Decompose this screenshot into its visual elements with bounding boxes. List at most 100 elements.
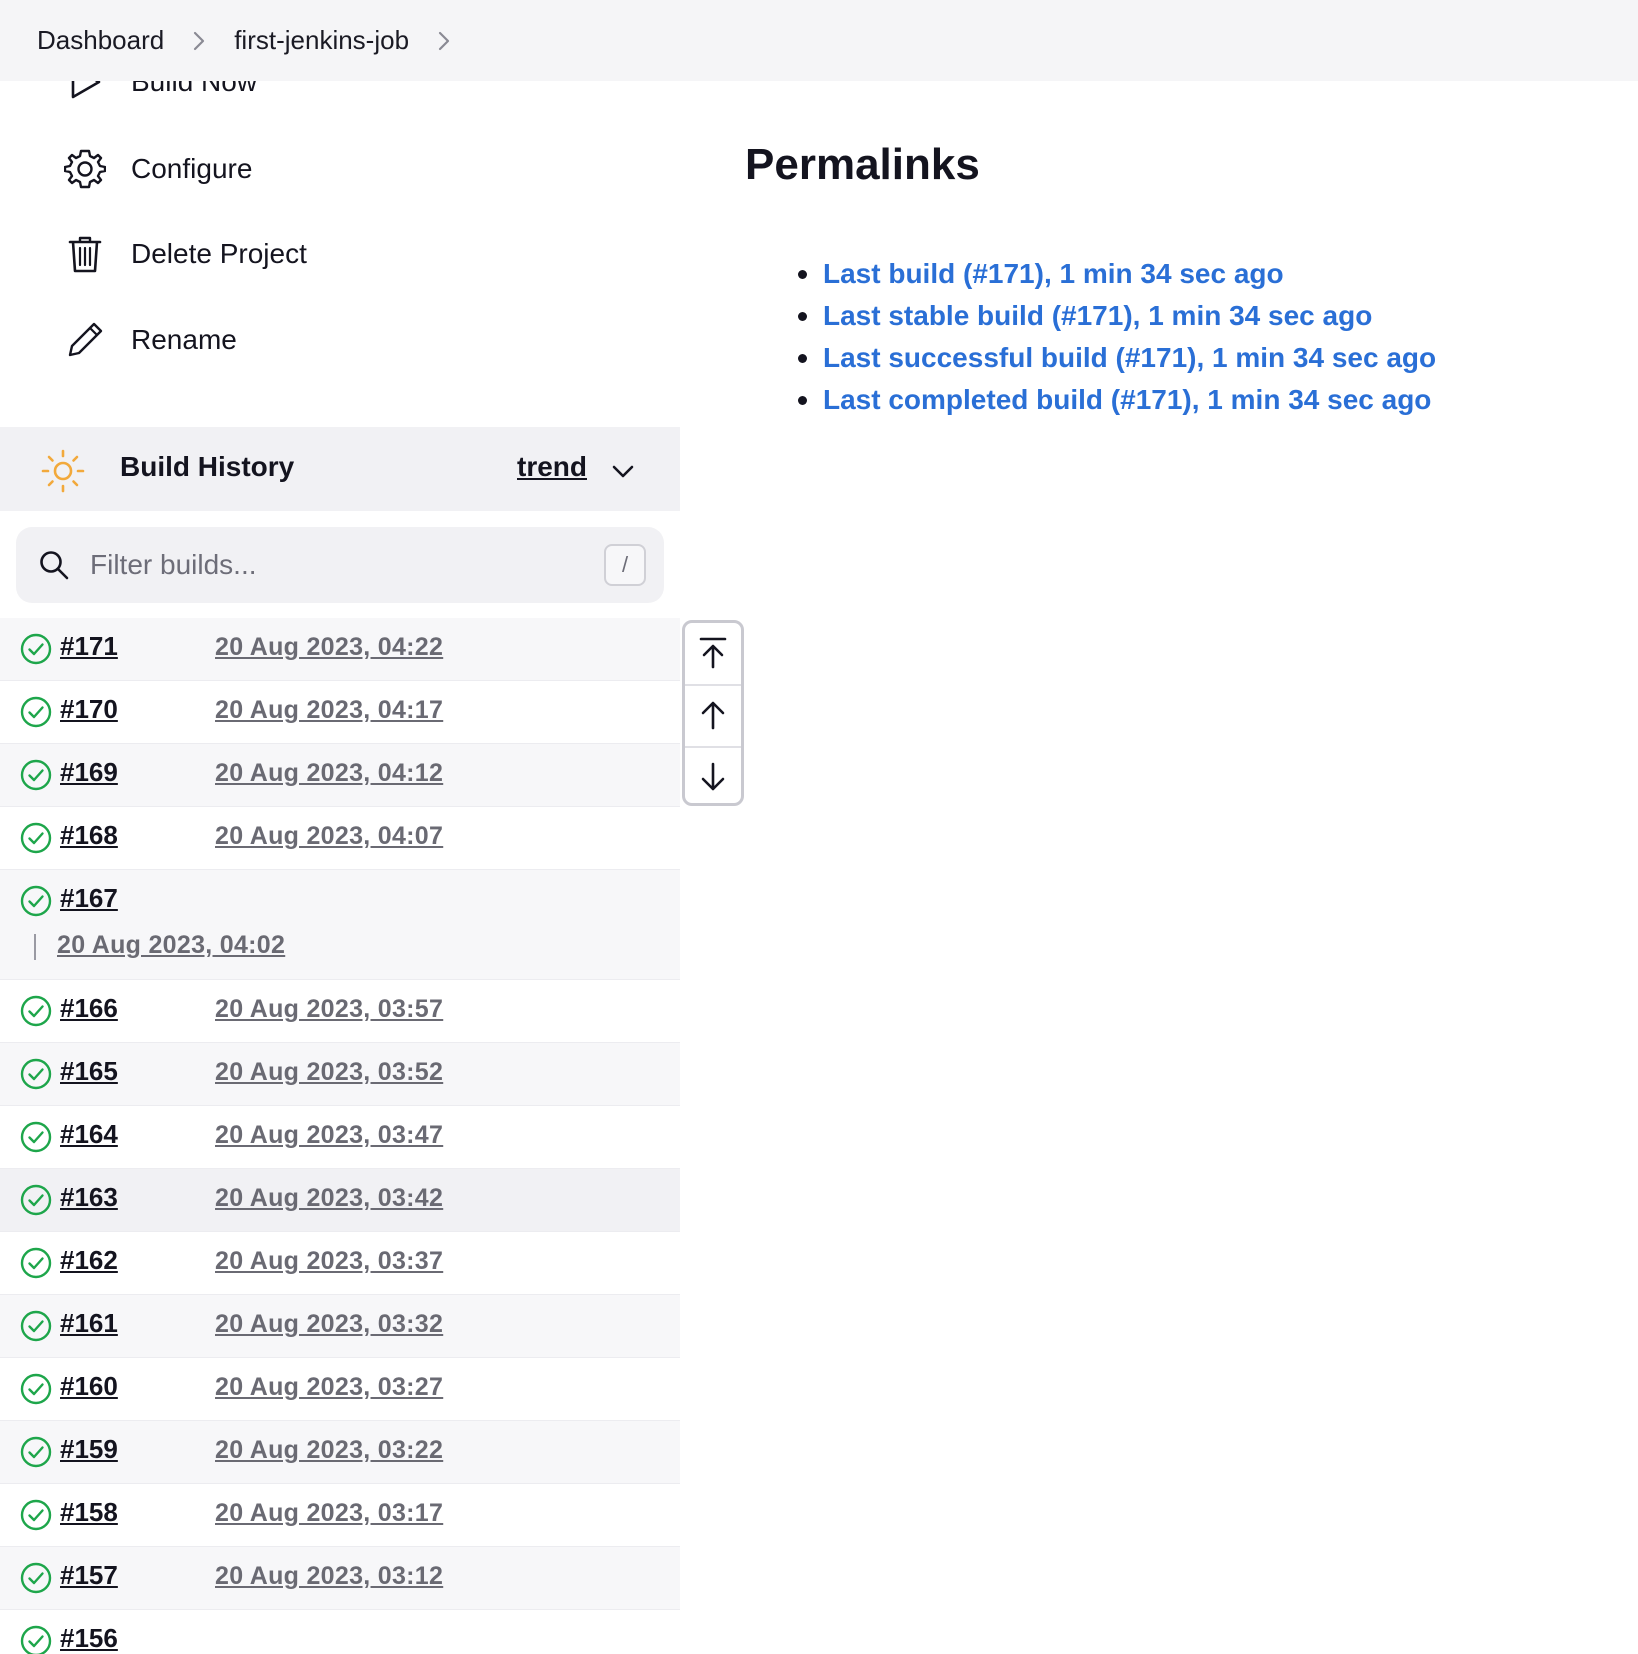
- arrow-down-icon: [701, 762, 725, 791]
- success-check-icon: [20, 822, 52, 854]
- bullet: [798, 395, 807, 405]
- success-check-icon: [20, 1436, 52, 1468]
- build-date-link[interactable]: 20 Aug 2023, 03:47: [215, 1121, 443, 1150]
- permalinks-list: Last build (#171), 1 min 34 sec ago Last…: [798, 253, 1436, 421]
- build-number-link[interactable]: #160: [60, 1371, 118, 1402]
- build-date-link[interactable]: 20 Aug 2023, 04:12: [215, 759, 443, 788]
- build-number-link[interactable]: #169: [60, 757, 118, 788]
- build-date-link[interactable]: 20 Aug 2023, 03:37: [215, 1247, 443, 1276]
- build-date-link[interactable]: 20 Aug 2023, 04:22: [215, 633, 443, 662]
- bullet: [798, 311, 807, 321]
- task-delete-project[interactable]: Delete Project: [63, 224, 307, 284]
- build-number-link[interactable]: #165: [60, 1056, 118, 1087]
- permalink-last-stable-build[interactable]: Last stable build (#171), 1 min 34 sec a…: [823, 300, 1372, 332]
- build-date-link[interactable]: 20 Aug 2023, 03:52: [215, 1058, 443, 1087]
- task-label: Delete Project: [131, 238, 307, 269]
- build-row: #160 20 Aug 2023, 03:27: [0, 1358, 680, 1421]
- build-date-link[interactable]: 20 Aug 2023, 03:27: [215, 1373, 443, 1402]
- success-check-icon: [20, 885, 52, 917]
- scroll-up-button[interactable]: [685, 685, 741, 745]
- breadcrumb-dashboard[interactable]: Dashboard: [37, 25, 164, 56]
- success-check-icon: [20, 1562, 52, 1594]
- permalink-last-completed-build[interactable]: Last completed build (#171), 1 min 34 se…: [823, 384, 1431, 416]
- build-number-link[interactable]: #168: [60, 820, 118, 851]
- build-row: #170 20 Aug 2023, 04:17: [0, 681, 680, 744]
- permalink-item: Last completed build (#171), 1 min 34 se…: [798, 379, 1436, 421]
- build-number-link[interactable]: #161: [60, 1308, 118, 1339]
- chevron-right-icon: [164, 26, 234, 56]
- filter-builds-input[interactable]: [90, 541, 590, 589]
- build-row: #164 20 Aug 2023, 03:47: [0, 1106, 680, 1169]
- sun-icon: [41, 449, 85, 493]
- build-number-link[interactable]: #171: [60, 631, 118, 662]
- build-number-link[interactable]: #156: [60, 1623, 118, 1654]
- build-row: #166 20 Aug 2023, 03:57: [0, 980, 680, 1043]
- build-date-link[interactable]: 20 Aug 2023, 03:32: [215, 1310, 443, 1339]
- bullet: [798, 353, 807, 363]
- build-row: #168 20 Aug 2023, 04:07: [0, 807, 680, 870]
- success-check-icon: [20, 1310, 52, 1342]
- breadcrumb-job[interactable]: first-jenkins-job: [234, 25, 409, 56]
- success-check-icon: [20, 1247, 52, 1279]
- arrow-up-icon: [701, 701, 725, 730]
- build-date-link[interactable]: 20 Aug 2023, 03:57: [215, 995, 443, 1024]
- page: Dashboard first-jenkins-job Build Now Co…: [0, 0, 1638, 1654]
- success-check-icon: [20, 1373, 52, 1405]
- build-row: #162 20 Aug 2023, 03:37: [0, 1232, 680, 1295]
- build-row: #167 20 Aug 2023, 04:02: [0, 870, 680, 980]
- build-row: #165 20 Aug 2023, 03:52: [0, 1043, 680, 1106]
- task-label: Rename: [131, 324, 237, 355]
- breadcrumb: Dashboard first-jenkins-job: [0, 0, 1638, 81]
- success-check-icon: [20, 759, 52, 791]
- build-number-link[interactable]: #163: [60, 1182, 118, 1213]
- trend-link[interactable]: trend: [517, 451, 587, 483]
- chevron-down-icon[interactable]: [610, 459, 636, 485]
- success-check-icon: [20, 1058, 52, 1090]
- build-date-link[interactable]: 20 Aug 2023, 03:42: [215, 1184, 443, 1213]
- build-number-link[interactable]: #167: [60, 883, 118, 914]
- build-number-link[interactable]: #162: [60, 1245, 118, 1276]
- build-row: #159 20 Aug 2023, 03:22: [0, 1421, 680, 1484]
- permalinks-title: Permalinks: [745, 140, 980, 189]
- build-row: #156: [0, 1610, 680, 1654]
- build-row: #157 20 Aug 2023, 03:12: [0, 1547, 680, 1610]
- build-date-link[interactable]: 20 Aug 2023, 04:17: [215, 696, 443, 725]
- task-label: Configure: [131, 153, 253, 184]
- build-date-link[interactable]: 20 Aug 2023, 03:12: [215, 1562, 443, 1591]
- pencil-icon: [63, 318, 107, 362]
- build-row: #161 20 Aug 2023, 03:32: [0, 1295, 680, 1358]
- build-date-link[interactable]: 20 Aug 2023, 03:22: [215, 1436, 443, 1465]
- success-check-icon: [20, 1625, 52, 1654]
- permalink-last-successful-build[interactable]: Last successful build (#171), 1 min 34 s…: [823, 342, 1436, 374]
- build-number-link[interactable]: #158: [60, 1497, 118, 1528]
- build-number-link[interactable]: #159: [60, 1434, 118, 1465]
- build-row: #169 20 Aug 2023, 04:12: [0, 744, 680, 807]
- build-number-link[interactable]: #164: [60, 1119, 118, 1150]
- build-number-link[interactable]: #166: [60, 993, 118, 1024]
- permalink-last-build[interactable]: Last build (#171), 1 min 34 sec ago: [823, 258, 1284, 290]
- arrow-to-top-icon: [699, 637, 727, 669]
- scroll-to-top-button[interactable]: [685, 623, 741, 683]
- chevron-right-icon[interactable]: [409, 26, 479, 56]
- permalink-item: Last build (#171), 1 min 34 sec ago: [798, 253, 1436, 295]
- build-date-link[interactable]: 20 Aug 2023, 03:17: [215, 1499, 443, 1528]
- build-history-title: Build History: [120, 451, 295, 482]
- task-rename[interactable]: Rename: [63, 310, 237, 370]
- divider: [34, 934, 36, 960]
- build-history-header: Build History trend: [0, 427, 680, 511]
- build-date-link[interactable]: 20 Aug 2023, 04:02: [57, 931, 285, 960]
- build-list: #171 20 Aug 2023, 04:22 #170 20 Aug 2023…: [0, 618, 680, 1654]
- build-date-link[interactable]: 20 Aug 2023, 04:07: [215, 822, 443, 851]
- task-configure[interactable]: Configure: [63, 139, 252, 199]
- scroll-controls: [682, 620, 744, 806]
- build-row: #171 20 Aug 2023, 04:22: [0, 618, 680, 681]
- success-check-icon: [20, 1499, 52, 1531]
- filter-builds-box: /: [16, 527, 664, 603]
- success-check-icon: [20, 1184, 52, 1216]
- build-number-link[interactable]: #170: [60, 694, 118, 725]
- bullet: [798, 269, 807, 279]
- permalink-item: Last successful build (#171), 1 min 34 s…: [798, 337, 1436, 379]
- scroll-down-button[interactable]: [685, 747, 741, 807]
- search-icon: [40, 551, 69, 580]
- build-number-link[interactable]: #157: [60, 1560, 118, 1591]
